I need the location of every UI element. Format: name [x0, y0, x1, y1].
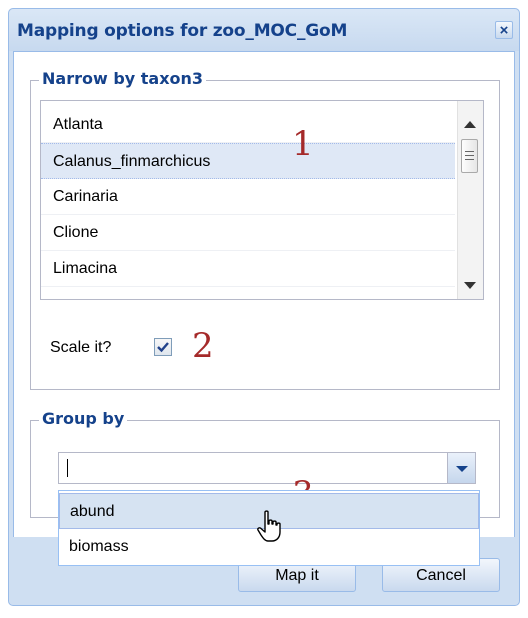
taxon-legend: Narrow by taxon3 — [39, 69, 207, 88]
group-by-legend: Group by — [39, 409, 128, 428]
list-item[interactable]: Atlanta — [41, 107, 455, 143]
checkmark-icon — [157, 342, 169, 353]
group-by-combo[interactable] — [58, 452, 476, 484]
annotation-1: 1 — [292, 124, 314, 164]
list-item-selected[interactable]: Calanus_finmarchicus — [41, 143, 455, 179]
list-item[interactable]: Carinaria — [41, 179, 455, 215]
close-button[interactable]: × — [495, 21, 513, 39]
close-icon: × — [499, 22, 509, 39]
annotation-2: 2 — [192, 326, 214, 366]
list-item[interactable]: Clione — [41, 215, 455, 251]
list-item[interactable]: Limacina — [41, 251, 455, 287]
listbox-scrollbar[interactable] — [457, 101, 483, 299]
scroll-down-arrow-icon[interactable] — [464, 282, 476, 289]
text-caret — [67, 459, 68, 477]
scroll-up-arrow-icon[interactable] — [464, 121, 476, 128]
taxon-listbox[interactable]: Atlanta Calanus_finmarchicus Carinaria C… — [40, 100, 484, 300]
chevron-down-icon — [456, 466, 468, 472]
combo-trigger-button[interactable] — [447, 453, 475, 483]
dialog-title: Mapping options for zoo_MOC_GoM — [17, 21, 348, 41]
hand-cursor-icon — [257, 510, 281, 542]
scroll-thumb[interactable] — [461, 139, 478, 173]
dialog-titlebar[interactable]: Mapping options for zoo_MOC_GoM × — [9, 9, 519, 51]
scale-checkbox[interactable] — [154, 338, 172, 356]
scale-label: Scale it? — [50, 339, 112, 356]
